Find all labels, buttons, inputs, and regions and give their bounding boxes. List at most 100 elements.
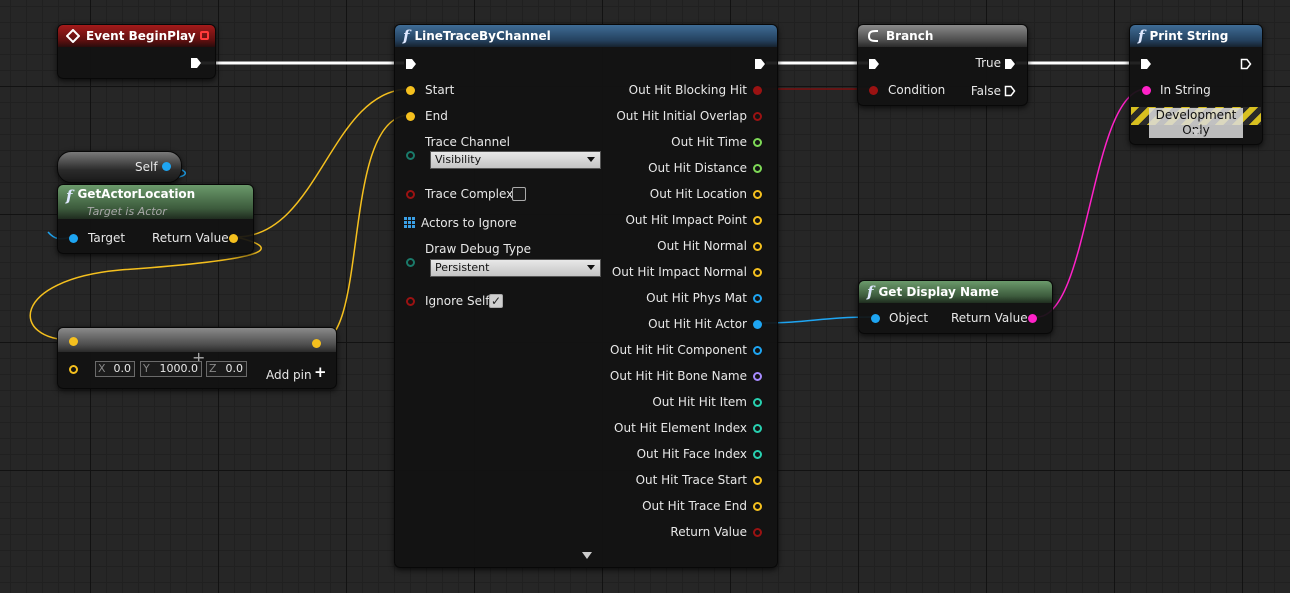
branch-header[interactable]: Branch <box>858 25 1027 47</box>
output-label: Out Hit Distance <box>648 161 747 175</box>
vector-y-input[interactable]: Y 1000.0 <box>140 361 202 377</box>
array-grid-icon[interactable] <box>404 217 415 228</box>
vector-output-pin[interactable] <box>312 339 321 348</box>
end-label: End <box>425 109 448 123</box>
actors-to-ignore-label: Actors to Ignore <box>421 216 517 230</box>
object-input-pin[interactable] <box>871 314 880 323</box>
exec-out-pin[interactable] <box>1240 58 1252 70</box>
branch-icon <box>867 30 878 42</box>
condition-input-pin[interactable] <box>869 86 878 95</box>
return-value-output-pin[interactable] <box>1028 314 1037 323</box>
line-trace-header[interactable]: f LineTraceByChannel <box>395 25 777 47</box>
output-label: Return Value <box>670 525 747 539</box>
output-pin[interactable] <box>753 398 762 407</box>
output-pin[interactable] <box>753 138 762 147</box>
output-label: Out Hit Impact Normal <box>611 265 747 279</box>
in-string-input-pin[interactable] <box>1142 86 1151 95</box>
self-label: Self <box>135 160 158 174</box>
location-output-pin[interactable] <box>229 234 238 243</box>
chevron-down-icon <box>587 157 595 162</box>
print-string-header[interactable]: f Print String <box>1130 25 1262 47</box>
get-display-name-header[interactable]: f Get Display Name <box>859 281 1052 303</box>
event-beginplay-node[interactable]: Event BeginPlay <box>57 24 216 79</box>
output-pin[interactable] <box>753 450 762 459</box>
output-pin[interactable] <box>753 86 762 95</box>
vector-z-input[interactable]: Z 0.0 <box>206 361 247 377</box>
vector-x-input[interactable]: X 0.0 <box>95 361 135 377</box>
output-pin[interactable] <box>753 528 762 537</box>
end-input-pin[interactable] <box>406 112 415 121</box>
return-value-label: Return Value <box>152 231 229 245</box>
true-exec-pin[interactable] <box>1004 58 1016 70</box>
false-label: False <box>970 84 1001 98</box>
output-pin[interactable] <box>753 502 762 511</box>
self-node[interactable]: Self <box>57 151 182 183</box>
condition-label: Condition <box>888 83 946 97</box>
self-output-pin[interactable] <box>162 162 171 171</box>
output-label: Out Hit Hit Bone Name <box>609 369 747 383</box>
output-pin[interactable] <box>753 294 762 303</box>
vector-b-input-pin[interactable] <box>69 365 78 374</box>
true-label: True <box>975 56 1002 70</box>
line-trace-title: LineTraceByChannel <box>414 29 551 43</box>
function-icon: f <box>403 27 410 45</box>
output-pin[interactable] <box>753 190 762 199</box>
ignore-self-checkbox[interactable]: ✓ <box>489 294 503 308</box>
trace-complex-pin[interactable] <box>406 190 415 199</box>
chevron-down-icon <box>587 265 595 270</box>
print-string-node[interactable]: f Print String In String Development Onl… <box>1129 24 1263 145</box>
output-pin[interactable] <box>753 112 762 121</box>
start-label: Start <box>425 83 455 97</box>
output-label: Out Hit Trace End <box>642 499 747 513</box>
output-label: Out Hit Hit Component <box>610 343 747 357</box>
exec-in-pin[interactable] <box>1140 58 1152 70</box>
in-string-label: In String <box>1160 83 1211 97</box>
object-label: Object <box>889 311 929 325</box>
branch-node[interactable]: Branch True Condition False <box>857 24 1028 106</box>
output-pin[interactable] <box>753 476 762 485</box>
exec-out-pin[interactable] <box>190 57 202 69</box>
output-label: Out Hit Blocking Hit <box>628 83 747 97</box>
blueprint-graph-canvas[interactable]: Event BeginPlay Self f GetActorLocation … <box>0 0 1290 593</box>
line-trace-by-channel-node[interactable]: f LineTraceByChannel Start End Trace Cha… <box>394 24 778 568</box>
false-exec-pin[interactable] <box>1004 85 1016 97</box>
exec-in-pin[interactable] <box>868 58 880 70</box>
draw-debug-type-dropdown[interactable]: Persistent <box>430 259 601 277</box>
expand-arrow-icon[interactable] <box>1191 129 1201 136</box>
output-pin[interactable] <box>753 346 762 355</box>
output-pin[interactable] <box>753 216 762 225</box>
branch-title: Branch <box>886 29 934 43</box>
start-input-pin[interactable] <box>406 86 415 95</box>
event-beginplay-header[interactable]: Event BeginPlay <box>58 25 215 47</box>
add-pin-plus-icon[interactable]: + <box>314 365 327 380</box>
event-diamond-icon <box>66 29 80 43</box>
output-pin[interactable] <box>753 268 762 277</box>
get-display-name-node[interactable]: f Get Display Name Object Return Value <box>858 280 1053 334</box>
trace-channel-label: Trace Channel <box>425 135 510 149</box>
add-pin-label[interactable]: Add pin <box>266 368 312 382</box>
get-actor-location-node[interactable]: f GetActorLocation Target is Actor Targe… <box>57 184 254 254</box>
delegate-close-icon <box>200 31 209 40</box>
exec-out-pin[interactable] <box>754 58 766 70</box>
ignore-self-pin[interactable] <box>406 297 415 306</box>
exec-in-pin[interactable] <box>405 58 417 70</box>
trace-complex-checkbox[interactable] <box>512 187 526 201</box>
output-label: Out Hit Phys Mat <box>646 291 747 305</box>
output-pin[interactable] <box>753 242 762 251</box>
expand-arrow-icon[interactable] <box>582 552 592 559</box>
output-label: Out Hit Face Index <box>636 447 747 461</box>
vector-a-input-pin[interactable] <box>69 337 78 346</box>
output-pin[interactable] <box>753 164 762 173</box>
add-vector-node[interactable]: + X 0.0 Y 1000.0 Z 0.0 Add pin + <box>57 327 337 389</box>
output-pin[interactable] <box>753 372 762 381</box>
output-label: Out Hit Element Index <box>614 421 747 435</box>
trace-channel-pin[interactable] <box>406 151 415 160</box>
trace-channel-dropdown[interactable]: Visibility <box>430 151 601 169</box>
get-display-name-title: Get Display Name <box>878 285 999 299</box>
target-input-pin[interactable] <box>69 234 78 243</box>
output-label: Out Hit Location <box>649 187 747 201</box>
output-pin[interactable] <box>753 424 762 433</box>
event-beginplay-title: Event BeginPlay <box>86 29 196 43</box>
output-pin[interactable] <box>753 320 762 329</box>
draw-debug-type-pin[interactable] <box>406 258 415 267</box>
